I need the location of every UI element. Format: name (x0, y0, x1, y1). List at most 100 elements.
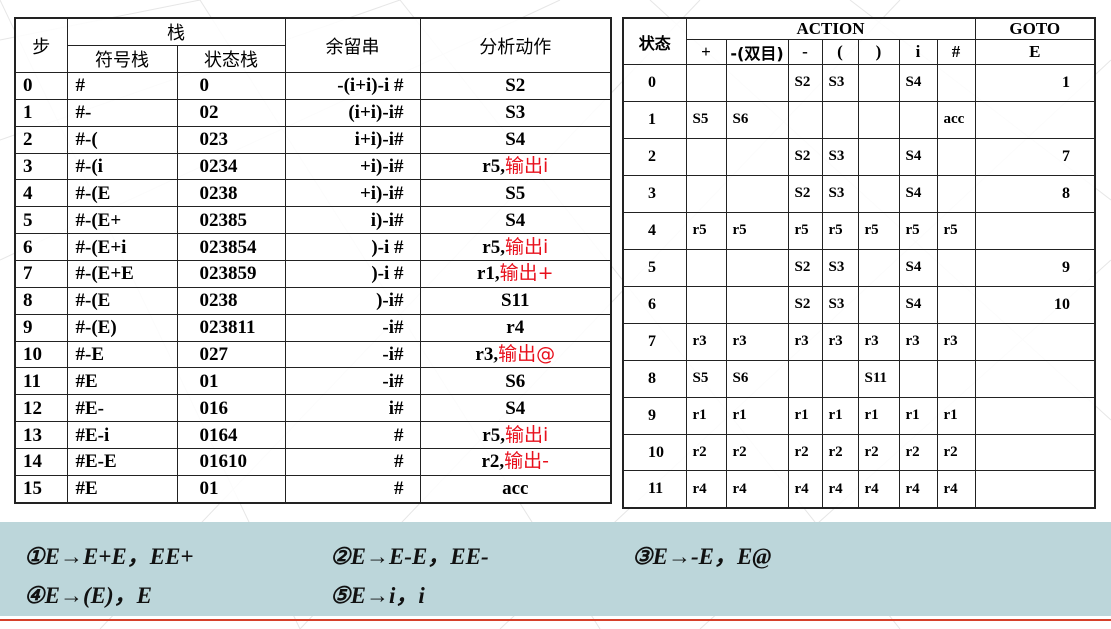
action-table-cell: S2 (787, 248, 823, 287)
trace-row: 11 #E 01 -i# S6 (14, 367, 612, 396)
state-cell: 1 (622, 100, 687, 139)
state-cell: 8 (622, 359, 687, 398)
state-stack-cell: 0238 (176, 286, 286, 315)
goto-cell: 8 (974, 174, 1096, 213)
symbol-stack-cell: #E-i (66, 421, 178, 450)
state-stack-cell: 0164 (176, 421, 286, 450)
goto-cell (974, 433, 1096, 472)
parse-table-row: 8 S5 S6 S11 (622, 359, 1096, 398)
action-table-cell: r2 (857, 433, 900, 472)
step-cell: 15 (14, 474, 68, 504)
state-stack-cell: 0234 (176, 152, 286, 181)
action-table-cell (936, 137, 976, 176)
action-cell: r3,输出@ (419, 340, 612, 369)
action-table-cell: r3 (857, 322, 900, 361)
action-table-cell: r1 (936, 396, 976, 435)
output-text: 输出- (504, 450, 550, 473)
action-table-cell (936, 359, 976, 398)
action-table-cell: S4 (898, 248, 938, 287)
action-code: S4 (505, 209, 526, 231)
trace-row: 6 #-(E+i 023854)-i # r5,输出i (14, 233, 612, 262)
action-code: S2 (505, 75, 526, 97)
header-state-stack: 状态栈 (176, 45, 286, 73)
symbol-stack-cell: #- (66, 98, 178, 127)
goto-cell (974, 100, 1096, 139)
action-table-cell: r5 (898, 211, 938, 250)
action-cell: acc (419, 474, 612, 504)
action-table-cell (857, 285, 900, 324)
action-table-cell: S2 (787, 174, 823, 213)
step-cell: 4 (14, 179, 68, 208)
action-table-cell: r4 (936, 470, 976, 509)
action-table-cell: r4 (787, 470, 823, 509)
symbol-stack-cell: #E (66, 367, 178, 396)
trace-row: 2 #-(023 i+i)-i# S4 (14, 125, 612, 154)
action-table-cell: r4 (898, 470, 938, 509)
action-table-cell (725, 248, 789, 287)
action-table-cell: S3 (821, 248, 859, 287)
parse-table-row: 3 S2 S3 S4 8 (622, 174, 1096, 213)
action-cell: r1,输出+ (419, 260, 612, 288)
action-code: r3, (475, 344, 499, 366)
action-code: S4 (505, 129, 526, 151)
action-cell: S4 (419, 125, 612, 154)
action-table-cell: r4 (725, 470, 789, 509)
parse-table-row: 0 S2 S3 S4 1 (622, 64, 1096, 102)
action-cell: r5,输出i (419, 421, 612, 450)
step-cell: 13 (14, 421, 68, 450)
state-stack-cell: 01610 (176, 448, 286, 476)
action-cell: S6 (419, 367, 612, 396)
action-table-cell: r5 (936, 211, 976, 250)
action-table-cell: r4 (821, 470, 859, 509)
state-cell: 7 (622, 322, 687, 361)
action-table-cell (857, 174, 900, 213)
action-table-cell: r1 (821, 396, 859, 435)
action-cell: S2 (419, 72, 612, 100)
action-code: r5, (482, 156, 505, 177)
trace-row: 12 #E- 016 i# S4 (14, 394, 612, 423)
terminal-header: + (685, 39, 727, 65)
state-cell: 10 (622, 433, 687, 472)
step-cell: 1 (14, 98, 68, 127)
action-table-cell: r3 (685, 322, 727, 361)
trace-row: 4 #-(E 0238 +i)-i# S5 (14, 179, 612, 208)
action-cell: S4 (419, 394, 612, 423)
action-table-cell (685, 64, 727, 102)
action-table-cell: S4 (898, 137, 938, 176)
output-text: 输出+ (499, 262, 554, 285)
action-table-cell: r3 (821, 322, 859, 361)
action-table-cell (685, 174, 727, 213)
remaining-string-cell: i+i)-i# (284, 125, 421, 154)
output-text: 输出i (504, 155, 549, 177)
action-code: S5 (505, 182, 526, 204)
parse-trace-table: 步 栈 余留串 分析动作 符号栈 状态栈 0 #0 -(i+i)-i # S2 1 #- 0… (14, 17, 612, 504)
state-cell: 3 (622, 174, 687, 213)
state-stack-cell: 0 (176, 72, 286, 100)
action-table-cell (725, 285, 789, 324)
header-stack: 栈 (66, 17, 286, 46)
parse-table-row: 4 r5 r5 r5 r5 r5 r5 r5 (622, 211, 1096, 250)
state-stack-cell: 023811 (176, 313, 286, 342)
action-table-cell: S3 (821, 137, 859, 176)
symbol-stack-cell: #-(E (66, 179, 178, 208)
state-stack-cell: 027 (176, 340, 286, 369)
action-code: S4 (505, 397, 526, 419)
action-code: r5, (482, 236, 505, 258)
action-table-cell: S4 (898, 285, 938, 324)
trace-row: 1 #- 02 (i+i)-i# S3 (14, 98, 612, 127)
action-table-cell: r5 (821, 211, 859, 250)
parse-table-row: 7 r3 r3 r3 r3 r3 r3 r3 (622, 322, 1096, 361)
remaining-string-cell: )-i# (284, 286, 421, 315)
action-table-cell (725, 137, 789, 176)
symbol-stack-cell: #E- (66, 394, 178, 423)
step-cell: 12 (14, 394, 68, 423)
symbol-stack-cell: #-(E) (66, 313, 178, 342)
goto-cell: 7 (974, 137, 1096, 176)
symbol-stack-cell: #-(E+E (66, 260, 178, 288)
action-table-cell: r3 (898, 322, 938, 361)
step-cell: 8 (14, 286, 68, 315)
action-table-cell (821, 359, 859, 398)
symbol-stack-cell: #-E (66, 340, 178, 369)
symbol-stack-cell: #-(E+ (66, 206, 178, 235)
action-table-cell (787, 100, 823, 139)
